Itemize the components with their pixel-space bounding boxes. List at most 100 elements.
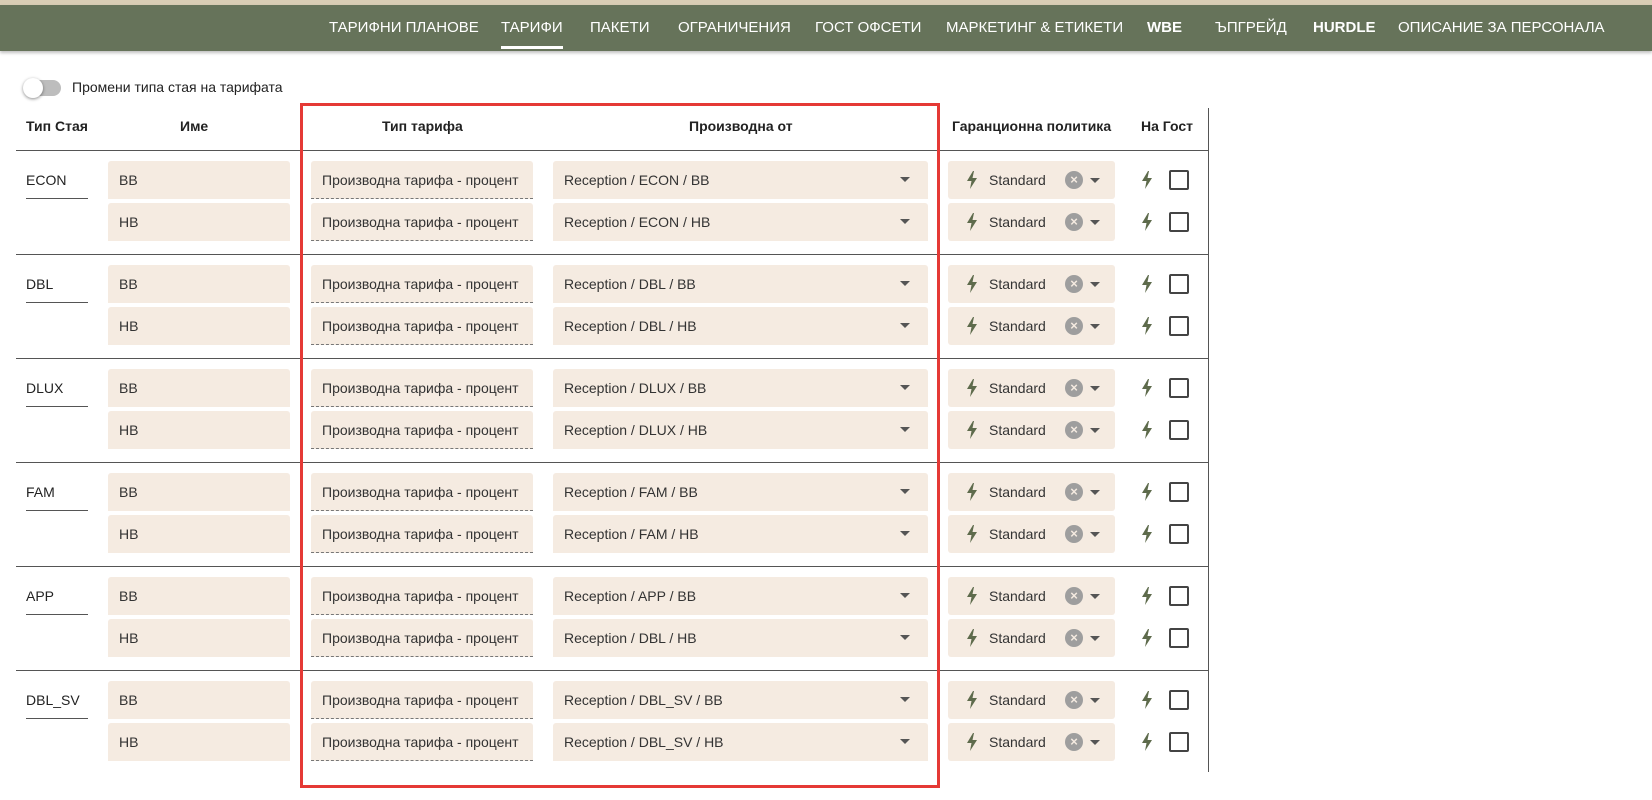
guarantee-policy-select[interactable]: Standard × xyxy=(948,681,1115,719)
derived-from-select[interactable]: Reception / DBL / HB xyxy=(553,619,928,657)
derived-from-select[interactable]: Reception / FAM / BB xyxy=(553,473,928,511)
clear-icon[interactable]: × xyxy=(1065,525,1083,543)
rate-name-field[interactable]: HB xyxy=(108,619,290,657)
chevron-down-icon[interactable] xyxy=(1090,532,1100,537)
rate-name-field[interactable]: HB xyxy=(108,411,290,449)
chevron-down-icon xyxy=(900,219,910,224)
derived-from-select[interactable]: Reception / FAM / HB xyxy=(553,515,928,553)
nav-item[interactable]: МАРКЕТИНГ & ЕТИКЕТИ xyxy=(946,5,1123,51)
rate-name-field[interactable]: HB xyxy=(108,307,290,345)
derived-from-select[interactable]: Reception / DBL / HB xyxy=(553,307,928,345)
chevron-down-icon[interactable] xyxy=(1090,428,1100,433)
bolt-icon xyxy=(967,317,977,335)
rate-name-field[interactable]: BB xyxy=(108,681,290,719)
rate-name-field[interactable]: BB xyxy=(108,473,290,511)
nav-item[interactable]: ТАРИФНИ ПЛАНОВЕ xyxy=(329,5,479,51)
chevron-down-icon[interactable] xyxy=(1090,490,1100,495)
derived-from-value: Reception / DBL_SV / BB xyxy=(564,692,723,708)
guarantee-policy-select[interactable]: Standard × xyxy=(948,203,1115,241)
nav-item[interactable]: ОГРАНИЧЕНИЯ xyxy=(678,5,791,51)
guarantee-policy-select[interactable]: Standard × xyxy=(948,577,1115,615)
rate-type-field: Производна тарифа - процент xyxy=(311,411,533,449)
guarantee-policy-select[interactable]: Standard × xyxy=(948,411,1115,449)
on-guest-checkbox[interactable] xyxy=(1169,316,1189,336)
rate-type-field: Производна тарифа - процент xyxy=(311,619,533,657)
rate-name-field[interactable]: BB xyxy=(108,161,290,199)
chevron-down-icon[interactable] xyxy=(1090,178,1100,183)
rate-name-field[interactable]: BB xyxy=(108,265,290,303)
clear-icon[interactable]: × xyxy=(1065,733,1083,751)
chevron-down-icon[interactable] xyxy=(1090,698,1100,703)
room-type-underline xyxy=(26,718,88,719)
chevron-down-icon[interactable] xyxy=(1090,282,1100,287)
rate-name-field[interactable]: HB xyxy=(108,723,290,761)
chevron-down-icon[interactable] xyxy=(1090,636,1100,641)
chevron-down-icon[interactable] xyxy=(1090,740,1100,745)
nav-item[interactable]: WBE xyxy=(1147,5,1182,51)
clear-icon[interactable]: × xyxy=(1065,483,1083,501)
bolt-icon xyxy=(967,629,977,647)
derived-from-select[interactable]: Reception / DBL_SV / HB xyxy=(553,723,928,761)
clear-icon[interactable]: × xyxy=(1065,171,1083,189)
room-type-underline xyxy=(26,406,88,407)
guarantee-policy-select[interactable]: Standard × xyxy=(948,369,1115,407)
derived-from-select[interactable]: Reception / ECON / BB xyxy=(553,161,928,199)
on-guest-checkbox[interactable] xyxy=(1169,274,1189,294)
guarantee-policy-select[interactable]: Standard × xyxy=(948,723,1115,761)
header-on-guest: На Гост xyxy=(1141,118,1194,134)
header-name: Име xyxy=(180,118,209,134)
nav-item[interactable]: HURDLE xyxy=(1313,5,1376,51)
guarantee-policy-select[interactable]: Standard × xyxy=(948,473,1115,511)
chevron-down-icon[interactable] xyxy=(1090,220,1100,225)
rate-name-field[interactable]: BB xyxy=(108,577,290,615)
rate-name-field[interactable]: HB xyxy=(108,203,290,241)
clear-icon[interactable]: × xyxy=(1065,213,1083,231)
on-guest-checkbox[interactable] xyxy=(1169,212,1189,232)
on-guest-checkbox[interactable] xyxy=(1169,732,1189,752)
chevron-down-icon xyxy=(900,323,910,328)
clear-icon[interactable]: × xyxy=(1065,421,1083,439)
guarantee-policy-select[interactable]: Standard × xyxy=(948,265,1115,303)
clear-icon[interactable]: × xyxy=(1065,629,1083,647)
on-guest-checkbox[interactable] xyxy=(1169,690,1189,710)
chevron-down-icon[interactable] xyxy=(1090,324,1100,329)
nav-item[interactable]: ГОСТ ОФСЕТИ xyxy=(815,5,921,51)
bolt-icon xyxy=(1142,171,1152,189)
bolt-icon xyxy=(1142,629,1152,647)
bolt-icon xyxy=(967,587,977,605)
chevron-down-icon[interactable] xyxy=(1090,594,1100,599)
derived-from-select[interactable]: Reception / ECON / HB xyxy=(553,203,928,241)
derived-from-select[interactable]: Reception / APP / BB xyxy=(553,577,928,615)
derived-from-select[interactable]: Reception / DBL / BB xyxy=(553,265,928,303)
guarantee-policy-select[interactable]: Standard × xyxy=(948,619,1115,657)
on-guest-checkbox[interactable] xyxy=(1169,170,1189,190)
nav-item[interactable]: ЪПГРЕЙД xyxy=(1215,5,1287,51)
clear-icon[interactable]: × xyxy=(1065,587,1083,605)
on-guest-checkbox[interactable] xyxy=(1169,586,1189,606)
rate-name-field[interactable]: HB xyxy=(108,515,290,553)
chevron-down-icon[interactable] xyxy=(1090,386,1100,391)
clear-icon[interactable]: × xyxy=(1065,691,1083,709)
on-guest-checkbox[interactable] xyxy=(1169,628,1189,648)
nav-item[interactable]: ТАРИФИ xyxy=(501,5,563,51)
change-room-type-toggle[interactable] xyxy=(23,78,61,98)
on-guest-checkbox[interactable] xyxy=(1169,482,1189,502)
guarantee-policy-select[interactable]: Standard × xyxy=(948,307,1115,345)
derived-from-select[interactable]: Reception / DBL_SV / BB xyxy=(553,681,928,719)
derived-from-select[interactable]: Reception / DLUX / HB xyxy=(553,411,928,449)
on-guest-checkbox[interactable] xyxy=(1169,524,1189,544)
clear-icon[interactable]: × xyxy=(1065,379,1083,397)
on-guest-checkbox[interactable] xyxy=(1169,420,1189,440)
guarantee-policy-value: Standard xyxy=(989,172,1046,188)
rate-name-field[interactable]: BB xyxy=(108,369,290,407)
guarantee-policy-select[interactable]: Standard × xyxy=(948,515,1115,553)
clear-icon[interactable]: × xyxy=(1065,275,1083,293)
nav-item[interactable]: ОПИСАНИЕ ЗА ПЕРСОНАЛА xyxy=(1398,5,1605,51)
guarantee-policy-select[interactable]: Standard × xyxy=(948,161,1115,199)
derived-from-value: Reception / ECON / BB xyxy=(564,172,710,188)
bolt-icon xyxy=(967,171,977,189)
clear-icon[interactable]: × xyxy=(1065,317,1083,335)
derived-from-select[interactable]: Reception / DLUX / BB xyxy=(553,369,928,407)
on-guest-checkbox[interactable] xyxy=(1169,378,1189,398)
nav-item[interactable]: ПАКЕТИ xyxy=(590,5,649,51)
